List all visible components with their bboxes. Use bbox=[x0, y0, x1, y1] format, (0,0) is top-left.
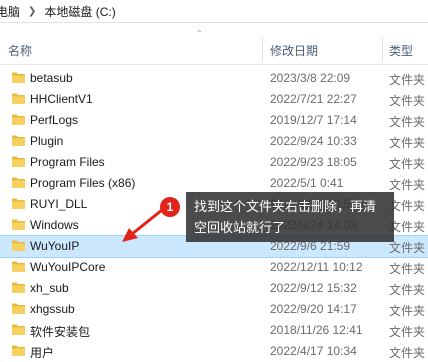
file-name: betasub bbox=[30, 71, 73, 85]
file-name: WuYouIP bbox=[30, 239, 80, 253]
file-date: 2022/9/24 10:33 bbox=[270, 134, 357, 148]
file-type: 文件夹 bbox=[389, 262, 426, 276]
column-name[interactable]: 名称 bbox=[8, 42, 32, 59]
file-type: 文件夹 bbox=[389, 73, 426, 87]
list-item[interactable]: Program Files 2022/9/23 18:05 文件夹 bbox=[0, 152, 428, 173]
folder-icon bbox=[12, 114, 25, 125]
folder-icon bbox=[12, 261, 25, 272]
file-name: Windows bbox=[30, 218, 79, 232]
file-date: 2019/12/7 17:14 bbox=[270, 113, 357, 127]
file-date: 2022/5/1 0:41 bbox=[270, 176, 344, 190]
list-item[interactable]: xhgssub 2022/9/20 14:17 文件夹 bbox=[0, 299, 428, 320]
column-header: 名称 修改日期 类型 bbox=[0, 34, 428, 65]
folder-icon bbox=[12, 282, 25, 293]
annotation-text-line1: 找到这个文件夹右击删除，再清 bbox=[194, 199, 377, 214]
list-item[interactable]: 用户 2022/4/17 10:34 文件夹 bbox=[0, 341, 428, 362]
file-name: PerfLogs bbox=[30, 113, 79, 127]
list-item[interactable]: betasub 2023/3/8 22:09 文件夹 bbox=[0, 68, 428, 89]
list-item[interactable]: Plugin 2022/9/24 10:33 文件夹 bbox=[0, 131, 428, 152]
folder-icon bbox=[12, 324, 25, 335]
column-divider[interactable] bbox=[382, 36, 383, 62]
column-type[interactable]: 类型 bbox=[389, 42, 413, 59]
file-date: 2022/12/11 10:12 bbox=[270, 260, 363, 274]
list-item[interactable]: WuYouIPCore 2022/12/11 10:12 文件夹 bbox=[0, 257, 428, 278]
file-date: 2022/9/12 15:32 bbox=[270, 281, 357, 295]
file-type: 文件夹 bbox=[389, 325, 426, 339]
file-date: 2022/9/23 18:05 bbox=[270, 155, 357, 169]
file-name: Plugin bbox=[30, 134, 64, 148]
list-item[interactable]: Program Files (x86) 2022/5/1 0:41 文件夹 bbox=[0, 173, 428, 194]
folder-icon bbox=[12, 135, 25, 146]
file-date: 2023/3/8 22:09 bbox=[270, 71, 351, 85]
file-date: 2022/7/21 22:27 bbox=[270, 92, 357, 106]
list-item[interactable]: PerfLogs 2019/12/7 17:14 文件夹 bbox=[0, 110, 428, 131]
chevron-right-icon[interactable]: ❯ bbox=[28, 6, 36, 17]
file-type: 文件夹 bbox=[389, 136, 426, 150]
file-type: 文件夹 bbox=[389, 115, 426, 129]
folder-icon bbox=[12, 219, 25, 230]
breadcrumb-local-disk[interactable]: 本地磁盘 (C:) bbox=[44, 3, 115, 20]
folder-icon bbox=[12, 177, 25, 188]
file-name: xh_sub bbox=[30, 281, 69, 295]
file-name: HHClientV1 bbox=[30, 92, 93, 106]
folder-icon bbox=[12, 303, 25, 314]
folder-icon bbox=[12, 240, 25, 251]
file-type: 文件夹 bbox=[389, 220, 426, 234]
folder-icon bbox=[12, 198, 25, 209]
folder-icon bbox=[12, 72, 25, 83]
sort-up-icon: ⌃ bbox=[196, 29, 203, 38]
file-type: 文件夹 bbox=[389, 94, 426, 108]
file-date: 2022/4/17 10:34 bbox=[270, 344, 357, 358]
folder-icon bbox=[12, 345, 25, 356]
file-type: 文件夹 bbox=[389, 241, 426, 255]
file-type: 文件夹 bbox=[389, 346, 426, 360]
file-name: 软件安装包 bbox=[30, 325, 91, 339]
column-divider[interactable] bbox=[262, 36, 263, 62]
breadcrumb-this-pc[interactable]: 电脑 bbox=[0, 3, 20, 20]
file-name: xhgssub bbox=[30, 302, 75, 316]
file-name: WuYouIPCore bbox=[30, 260, 106, 274]
column-date-modified[interactable]: 修改日期 bbox=[270, 42, 318, 59]
file-name: RUYI_DLL bbox=[30, 197, 88, 211]
folder-icon bbox=[12, 156, 25, 167]
annotation-callout: 找到这个文件夹右击删除，再清 空回收站就行了 bbox=[186, 192, 394, 242]
file-name: Program Files (x86) bbox=[30, 176, 136, 190]
breadcrumb: 电脑 ❯ 本地磁盘 (C:) bbox=[0, 0, 428, 23]
annotation-arrow-icon bbox=[122, 208, 163, 242]
file-type: 文件夹 bbox=[389, 178, 426, 192]
list-item[interactable]: HHClientV1 2022/7/21 22:27 文件夹 bbox=[0, 89, 428, 110]
list-item[interactable]: xh_sub 2022/9/12 15:32 文件夹 bbox=[0, 278, 428, 299]
file-name: Program Files bbox=[30, 155, 105, 169]
file-type: 文件夹 bbox=[389, 283, 426, 297]
file-type: 文件夹 bbox=[389, 199, 426, 213]
file-type: 文件夹 bbox=[389, 157, 426, 171]
annotation-text-line2: 空回收站就行了 bbox=[194, 220, 286, 235]
folder-icon bbox=[12, 93, 25, 104]
file-name: 用户 bbox=[30, 346, 55, 360]
list-item[interactable]: 软件安装包 2018/11/26 12:41 文件夹 bbox=[0, 320, 428, 341]
file-type: 文件夹 bbox=[389, 304, 426, 318]
file-date: 2022/9/20 14:17 bbox=[270, 302, 357, 316]
file-date: 2018/11/26 12:41 bbox=[270, 323, 363, 337]
